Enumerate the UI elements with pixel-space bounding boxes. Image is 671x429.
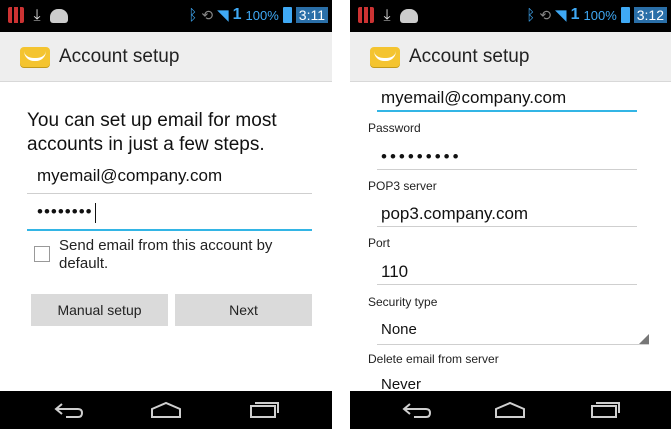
nav-bar [0,391,332,429]
spinner-arrow-icon [639,334,649,344]
right-screen: ⤓ ᛒ ⟲ ◥ 1 100% 3:12 Account setup myemai… [350,0,671,429]
pop3-server-field[interactable]: pop3.company.com [377,204,637,227]
page-title: Account setup [59,45,180,67]
signal-indicator: 1 [232,6,242,23]
security-type-spinner[interactable]: None [377,321,649,345]
password-label: Password [368,121,421,135]
security-type-label: Security type [368,295,438,309]
default-account-row[interactable]: Send email from this account by default. [34,237,314,273]
bluetooth-icon: ᛒ [188,6,198,24]
home-icon[interactable] [141,395,191,425]
android-notification-icon [50,9,68,23]
delete-email-value: Never [381,376,422,391]
password-field[interactable]: •••••••• [27,202,312,231]
page-title: Account setup [409,45,530,67]
email-field[interactable]: myemail@company.com [27,166,312,194]
username-value: myemail@company.com [381,88,567,107]
intro-text: You can set up email for most accounts i… [27,110,277,155]
text-caret [94,202,96,223]
download-icon: ⤓ [383,7,391,24]
wifi-icon: ◥ [217,7,229,24]
status-time: 3:11 [295,7,328,23]
pop3-server-label: POP3 server [368,179,437,193]
battery-icon [282,7,292,23]
calendar-notification-icon [8,7,24,23]
action-bar: Account setup [350,32,671,82]
download-icon: ⤓ [33,7,41,24]
port-label: Port [368,236,391,250]
rotation-icon: ⟲ [539,6,552,23]
status-time: 3:12 [633,7,667,23]
setup-form: You can set up email for most accounts i… [0,83,332,391]
security-type-value: None [381,321,417,338]
incoming-settings-form: myemail@company.com Password ••••••••• P… [350,83,671,391]
email-envelope-icon [368,43,402,71]
default-account-label: Send email from this account by default. [59,237,273,272]
battery-icon [620,7,630,23]
status-bar: ⤓ ᛒ ⟲ ◥ 1 100% 3:12 [350,0,671,32]
email-value: myemail@company.com [37,166,223,185]
rotation-icon: ⟲ [201,6,214,23]
calendar-notification-icon [358,7,374,23]
password-value: ••••••••• [381,147,462,166]
left-screen: ⤓ ᛒ ⟲ ◥ 1 100% 3:11 Account setup You ca… [0,0,332,429]
default-account-checkbox[interactable] [34,246,50,262]
port-field[interactable]: 110 [377,262,637,285]
android-notification-icon [400,9,418,23]
status-bar: ⤓ ᛒ ⟲ ◥ 1 100% 3:11 [0,0,332,32]
nav-bar [350,391,671,429]
password-value: •••••••• [37,202,93,221]
username-field[interactable]: myemail@company.com [377,88,637,112]
back-icon[interactable] [44,395,94,425]
signal-indicator: 1 [570,6,580,23]
action-bar: Account setup [0,32,332,82]
email-envelope-icon [18,43,52,71]
battery-percent: 100% [245,7,279,23]
battery-percent: 100% [583,7,617,23]
back-icon[interactable] [392,395,442,425]
port-value: 110 [381,262,409,281]
wifi-icon: ◥ [555,7,567,24]
manual-setup-button[interactable]: Manual setup [31,294,168,326]
recent-apps-icon[interactable] [579,395,629,425]
delete-email-spinner[interactable]: Never [377,376,649,391]
home-icon[interactable] [485,395,535,425]
recent-apps-icon[interactable] [238,395,288,425]
next-button[interactable]: Next [175,294,312,326]
delete-email-label: Delete email from server [368,352,499,366]
pop3-server-value: pop3.company.com [381,204,529,223]
password-field[interactable]: ••••••••• [377,147,637,170]
bluetooth-icon: ᛒ [526,6,536,24]
